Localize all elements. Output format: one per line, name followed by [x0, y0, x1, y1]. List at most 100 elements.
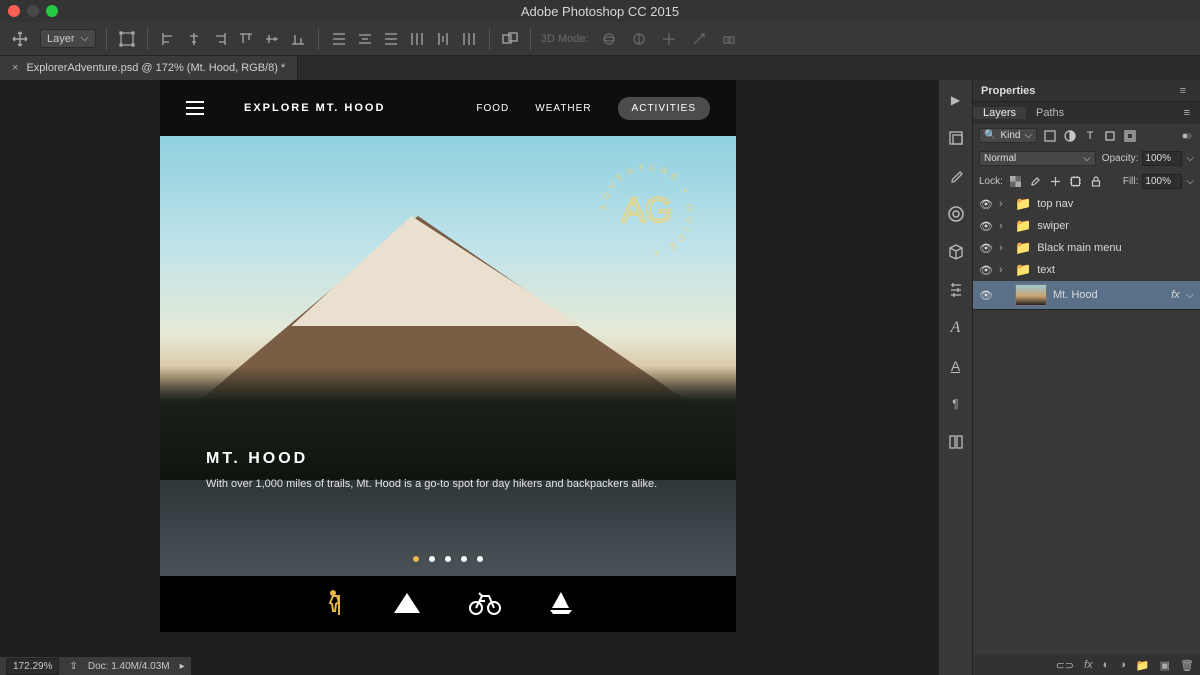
align-top-edges-icon[interactable] — [236, 29, 256, 49]
badge-monogram: AG — [622, 191, 672, 230]
sailboat-icon — [548, 590, 574, 619]
transform-controls-icon[interactable] — [117, 29, 137, 49]
nav-food: FOOD — [476, 103, 509, 114]
layer-list[interactable]: 👁 › 📁 top nav 👁 › 📁 swiper 👁 › 📁 Black m… — [973, 193, 1200, 309]
chevron-down-icon[interactable]: ⌵ — [1186, 289, 1194, 302]
align-horizontal-centers-icon[interactable] — [184, 29, 204, 49]
fill-input[interactable] — [1142, 174, 1182, 189]
filter-type-icon[interactable]: T — [1083, 129, 1097, 143]
layer-row[interactable]: 👁 › 📁 text — [973, 259, 1200, 281]
layer-row[interactable]: 👁 › 📁 top nav — [973, 193, 1200, 215]
artboard: EXPLORE MT. HOOD FOOD WEATHER ACTIVITIES — [160, 80, 736, 632]
visibility-icon[interactable]: 👁 — [979, 264, 993, 277]
layers-flyout-icon[interactable]: ≡ — [1174, 107, 1200, 119]
move-tool-icon[interactable] — [10, 29, 30, 49]
opacity-field[interactable]: Opacity: ⌵ — [1102, 151, 1194, 166]
layers-tab[interactable]: Layers — [973, 107, 1026, 119]
layer-name: top nav — [1037, 198, 1073, 210]
hero-text: MT. HOOD With over 1,000 miles of trails… — [206, 450, 690, 490]
blend-mode-dropdown[interactable]: Normal ⌵ — [979, 151, 1096, 166]
align-right-edges-icon[interactable] — [210, 29, 230, 49]
layer-row-selected[interactable]: 👁 Mt. Hood fx ⌵ — [973, 281, 1200, 309]
play-icon[interactable]: ▶ — [946, 90, 966, 110]
paths-tab[interactable]: Paths — [1026, 107, 1074, 119]
filter-shape-icon[interactable] — [1103, 129, 1117, 143]
doc-info-chevron-icon[interactable]: ▸ — [180, 661, 185, 672]
canvas-area[interactable]: EXPLORE MT. HOOD FOOD WEATHER ACTIVITIES — [0, 80, 938, 675]
align-left-edges-icon[interactable] — [158, 29, 178, 49]
lock-all-icon[interactable] — [1089, 175, 1103, 189]
disclosure-icon[interactable]: › — [999, 264, 1009, 276]
auto-select-dropdown[interactable]: Layer ⌵ — [40, 29, 96, 48]
filter-toggle-icon[interactable] — [1180, 129, 1194, 143]
adjustments-icon[interactable] — [946, 280, 966, 300]
filter-smartobject-icon[interactable] — [1123, 129, 1137, 143]
adventure-guide-badge: ADVENTURE • GUIDE • AG — [592, 156, 702, 266]
character-icon[interactable]: A — [946, 318, 966, 338]
distribute-right-icon[interactable] — [459, 29, 479, 49]
share-icon[interactable]: ⇪ — [69, 661, 77, 672]
layer-fx-badge[interactable]: fx — [1171, 289, 1180, 301]
cube-icon[interactable] — [946, 242, 966, 262]
brush-icon[interactable] — [946, 166, 966, 186]
zoom-window-icon[interactable] — [46, 5, 58, 17]
adjustment-layer-icon[interactable]: ◑ — [1119, 659, 1126, 671]
disclosure-icon[interactable]: › — [999, 198, 1009, 210]
distribute-left-icon[interactable] — [407, 29, 427, 49]
3d-slide-icon — [689, 29, 709, 49]
history-icon[interactable] — [946, 128, 966, 148]
layer-row[interactable]: 👁 › 📁 swiper — [973, 215, 1200, 237]
paragraph-icon[interactable]: ¶ — [946, 394, 966, 414]
distribute-top-icon[interactable] — [329, 29, 349, 49]
lock-transparent-icon[interactable] — [1009, 175, 1023, 189]
visibility-icon[interactable]: 👁 — [979, 198, 993, 211]
cc-libraries-icon[interactable] — [946, 204, 966, 224]
distribute-vertical-icon[interactable] — [355, 29, 375, 49]
disclosure-icon[interactable]: › — [999, 242, 1009, 254]
visibility-icon[interactable]: 👁 — [979, 220, 993, 233]
3d-roll-icon — [629, 29, 649, 49]
zoom-readout[interactable]: 172.29% — [6, 658, 59, 675]
align-bottom-edges-icon[interactable] — [288, 29, 308, 49]
new-group-icon[interactable]: 📁 — [1136, 659, 1150, 672]
new-layer-icon[interactable]: ▣ — [1160, 659, 1170, 672]
opacity-label: Opacity: — [1102, 153, 1139, 164]
lock-artboard-icon[interactable] — [1069, 175, 1083, 189]
design-icon-row — [160, 576, 736, 632]
disclosure-icon[interactable]: › — [999, 220, 1009, 232]
close-window-icon[interactable] — [8, 5, 20, 17]
fill-label: Fill: — [1123, 176, 1139, 187]
document-tab[interactable]: × ExplorerAdventure.psd @ 172% (Mt. Hood… — [0, 56, 298, 80]
close-tab-icon[interactable]: × — [12, 62, 18, 74]
flyout-menu-icon[interactable]: ≡ — [1174, 85, 1192, 97]
distribute-horizontal-icon[interactable] — [433, 29, 453, 49]
paragraph-styles-icon[interactable]: A — [946, 356, 966, 376]
opacity-input[interactable] — [1142, 151, 1182, 166]
layer-row[interactable]: 👁 › 📁 Black main menu — [973, 237, 1200, 259]
minimize-window-icon[interactable] — [27, 5, 39, 17]
delete-layer-icon[interactable]: 🗑 — [1180, 659, 1194, 672]
layer-mask-icon[interactable]: ◐ — [1103, 659, 1110, 671]
layers-panel: Layers Paths ≡ 🔍Kind⌵ T Normal ⌵ — [973, 102, 1200, 310]
link-layers-icon[interactable]: ⊂⊃ — [1056, 659, 1074, 672]
fill-field[interactable]: Fill: ⌵ — [1123, 174, 1194, 189]
filter-kind-dropdown[interactable]: 🔍Kind⌵ — [979, 128, 1037, 143]
3d-scale-icon — [719, 29, 739, 49]
align-vertical-centers-icon[interactable] — [262, 29, 282, 49]
pager-dot-2 — [429, 556, 435, 562]
filter-pixel-icon[interactable] — [1043, 129, 1057, 143]
filter-adjustment-icon[interactable] — [1063, 129, 1077, 143]
lock-position-icon[interactable] — [1049, 175, 1063, 189]
distribute-bottom-icon[interactable] — [381, 29, 401, 49]
visibility-icon[interactable]: 👁 — [979, 242, 993, 255]
glyphs-icon[interactable] — [946, 432, 966, 452]
lock-row: Lock: Fill: ⌵ — [973, 170, 1200, 193]
layer-style-icon[interactable]: fx — [1084, 659, 1093, 671]
auto-align-icon[interactable] — [500, 29, 520, 49]
document-tab-strip: × ExplorerAdventure.psd @ 172% (Mt. Hood… — [0, 56, 1200, 80]
design-brand: EXPLORE MT. HOOD — [244, 102, 385, 114]
properties-panel-header[interactable]: Properties ≡ — [973, 80, 1200, 102]
lock-image-icon[interactable] — [1029, 175, 1043, 189]
traffic-lights — [8, 5, 58, 17]
visibility-icon[interactable]: 👁 — [979, 289, 993, 302]
